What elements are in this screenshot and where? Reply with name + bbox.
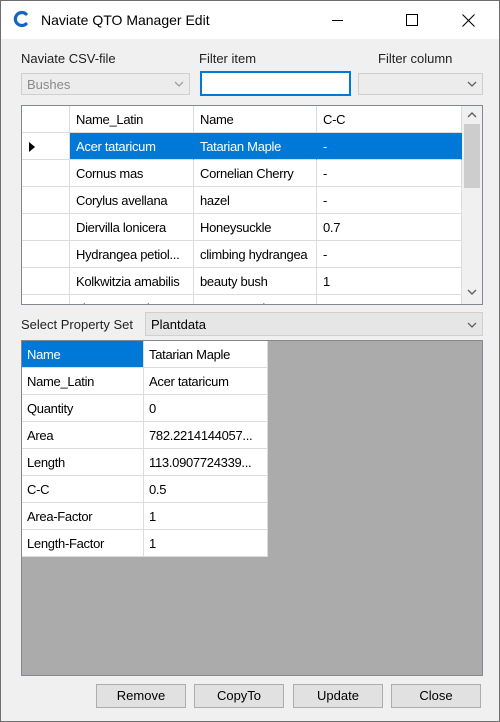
property-set-label: Select Property Set	[21, 317, 133, 332]
scrollbar-thumb[interactable]	[464, 124, 480, 188]
table-row[interactable]: Diervilla lonicera Honeysuckle 0.7	[22, 214, 462, 241]
cell-name[interactable]: Cornelian Cherry	[194, 160, 317, 187]
property-key[interactable]: Length-Factor	[22, 530, 144, 557]
property-row[interactable]: Quantity 0	[22, 395, 268, 422]
cell-name-latin[interactable]: Cornus mas	[70, 160, 194, 187]
property-row[interactable]: C-C 0.5	[22, 476, 268, 503]
minimize-icon	[332, 20, 343, 21]
close-icon	[461, 13, 475, 27]
close-button[interactable]: Close	[391, 684, 481, 708]
cell-name[interactable]: Tatarian Maple	[194, 133, 317, 160]
property-key[interactable]: Area	[22, 422, 144, 449]
row-header[interactable]	[22, 241, 70, 268]
filter-item-input[interactable]	[200, 71, 351, 96]
property-value[interactable]: Acer tataricum	[144, 368, 268, 395]
naviate-app-icon	[13, 10, 28, 28]
cell-name[interactable]: beauty bush	[194, 268, 317, 295]
table-header: Name_Latin Name C-C	[22, 106, 462, 133]
property-value[interactable]: 782.2214144057...	[144, 422, 268, 449]
remove-button[interactable]: Remove	[96, 684, 186, 708]
cell-name-latin[interactable]: Corylus avellana	[70, 187, 194, 214]
row-header[interactable]	[22, 187, 70, 214]
table-row[interactable]: Acer tataricum Tatarian Maple -	[22, 133, 462, 160]
cell-name[interactable]: hazel	[194, 187, 317, 214]
chevron-down-icon	[467, 322, 477, 328]
cell-name-latin[interactable]: Ligustrum vulgare	[70, 295, 194, 304]
column-header-c-c[interactable]: C-C	[317, 106, 462, 133]
table-row[interactable]: Cornus mas Cornelian Cherry -	[22, 160, 462, 187]
header-row-selector	[22, 106, 70, 133]
property-value[interactable]: 1	[144, 530, 268, 557]
cell-name-latin[interactable]: Diervilla lonicera	[70, 214, 194, 241]
cell-c-c[interactable]: -	[317, 133, 462, 160]
table-row[interactable]: Ligustrum vulgare common privet 0.7	[22, 295, 462, 304]
items-table: Name_Latin Name C-C Acer tataricum Tatar…	[21, 105, 483, 305]
property-set-select[interactable]: Plantdata	[145, 312, 483, 336]
cell-name[interactable]: climbing hydrangea	[194, 241, 317, 268]
property-key[interactable]: Area-Factor	[22, 503, 144, 530]
property-grid: Name Tatarian Maple Name_Latin Acer tata…	[21, 340, 483, 676]
column-header-name[interactable]: Name	[194, 106, 317, 133]
cell-name[interactable]: common privet	[194, 295, 317, 304]
filter-item-label: Filter item	[199, 51, 257, 66]
property-row[interactable]: Length-Factor 1	[22, 530, 268, 557]
csv-file-select[interactable]: Bushes	[21, 73, 190, 95]
scroll-up-icon[interactable]	[465, 110, 479, 120]
row-header[interactable]	[22, 268, 70, 295]
cell-c-c[interactable]: -	[317, 241, 462, 268]
cell-c-c[interactable]: 0.7	[317, 214, 462, 241]
row-header[interactable]	[22, 214, 70, 241]
filter-column-select[interactable]	[358, 73, 483, 95]
filter-column-label: Filter column	[378, 51, 453, 66]
property-key[interactable]: Length	[22, 449, 144, 476]
property-row[interactable]: Length 113.0907724339...	[22, 449, 268, 476]
property-row[interactable]: Area-Factor 1	[22, 503, 268, 530]
csv-file-label: Naviate CSV-file	[21, 51, 116, 66]
table-vertical-scrollbar[interactable]	[462, 106, 482, 304]
copyto-button[interactable]: CopyTo	[194, 684, 284, 708]
maximize-icon	[406, 14, 418, 26]
scroll-down-icon[interactable]	[465, 287, 479, 297]
property-key[interactable]: C-C	[22, 476, 144, 503]
property-key[interactable]: Name_Latin	[22, 368, 144, 395]
property-set-value: Plantdata	[151, 317, 206, 332]
row-header[interactable]	[22, 133, 70, 160]
property-row[interactable]: Area 782.2214144057...	[22, 422, 268, 449]
row-header[interactable]	[22, 160, 70, 187]
maximize-button[interactable]	[389, 1, 435, 39]
chevron-down-icon	[174, 81, 184, 87]
table-row[interactable]: Kolkwitzia amabilis beauty bush 1	[22, 268, 462, 295]
property-value[interactable]: Tatarian Maple	[144, 341, 268, 368]
property-value[interactable]: 1	[144, 503, 268, 530]
table-row[interactable]: Corylus avellana hazel -	[22, 187, 462, 214]
chevron-down-icon	[467, 81, 477, 87]
cell-c-c[interactable]: -	[317, 160, 462, 187]
cell-name-latin[interactable]: Kolkwitzia amabilis	[70, 268, 194, 295]
row-pointer-icon	[29, 142, 35, 152]
qto-manager-window: Naviate QTO Manager Edit Naviate CSV-fil…	[0, 0, 500, 722]
update-button[interactable]: Update	[293, 684, 383, 708]
cell-c-c[interactable]: 0.7	[317, 295, 462, 304]
property-value[interactable]: 0.5	[144, 476, 268, 503]
property-row[interactable]: Name_Latin Acer tataricum	[22, 368, 268, 395]
column-header-name-latin[interactable]: Name_Latin	[70, 106, 194, 133]
property-value[interactable]: 113.0907724339...	[144, 449, 268, 476]
minimize-button[interactable]	[315, 1, 361, 39]
table-row[interactable]: Hydrangea petiol... climbing hydrangea -	[22, 241, 462, 268]
close-window-button[interactable]	[445, 1, 491, 39]
cell-name[interactable]: Honeysuckle	[194, 214, 317, 241]
row-header[interactable]	[22, 295, 70, 304]
csv-file-value: Bushes	[27, 77, 71, 92]
cell-name-latin[interactable]: Hydrangea petiol...	[70, 241, 194, 268]
property-key[interactable]: Name	[22, 341, 144, 368]
window-title: Naviate QTO Manager Edit	[41, 12, 210, 28]
title-bar: Naviate QTO Manager Edit	[1, 1, 499, 39]
property-value[interactable]: 0	[144, 395, 268, 422]
cell-name-latin[interactable]: Acer tataricum	[70, 133, 194, 160]
property-key[interactable]: Quantity	[22, 395, 144, 422]
property-row[interactable]: Name Tatarian Maple	[22, 341, 268, 368]
cell-c-c[interactable]: 1	[317, 268, 462, 295]
cell-c-c[interactable]: -	[317, 187, 462, 214]
